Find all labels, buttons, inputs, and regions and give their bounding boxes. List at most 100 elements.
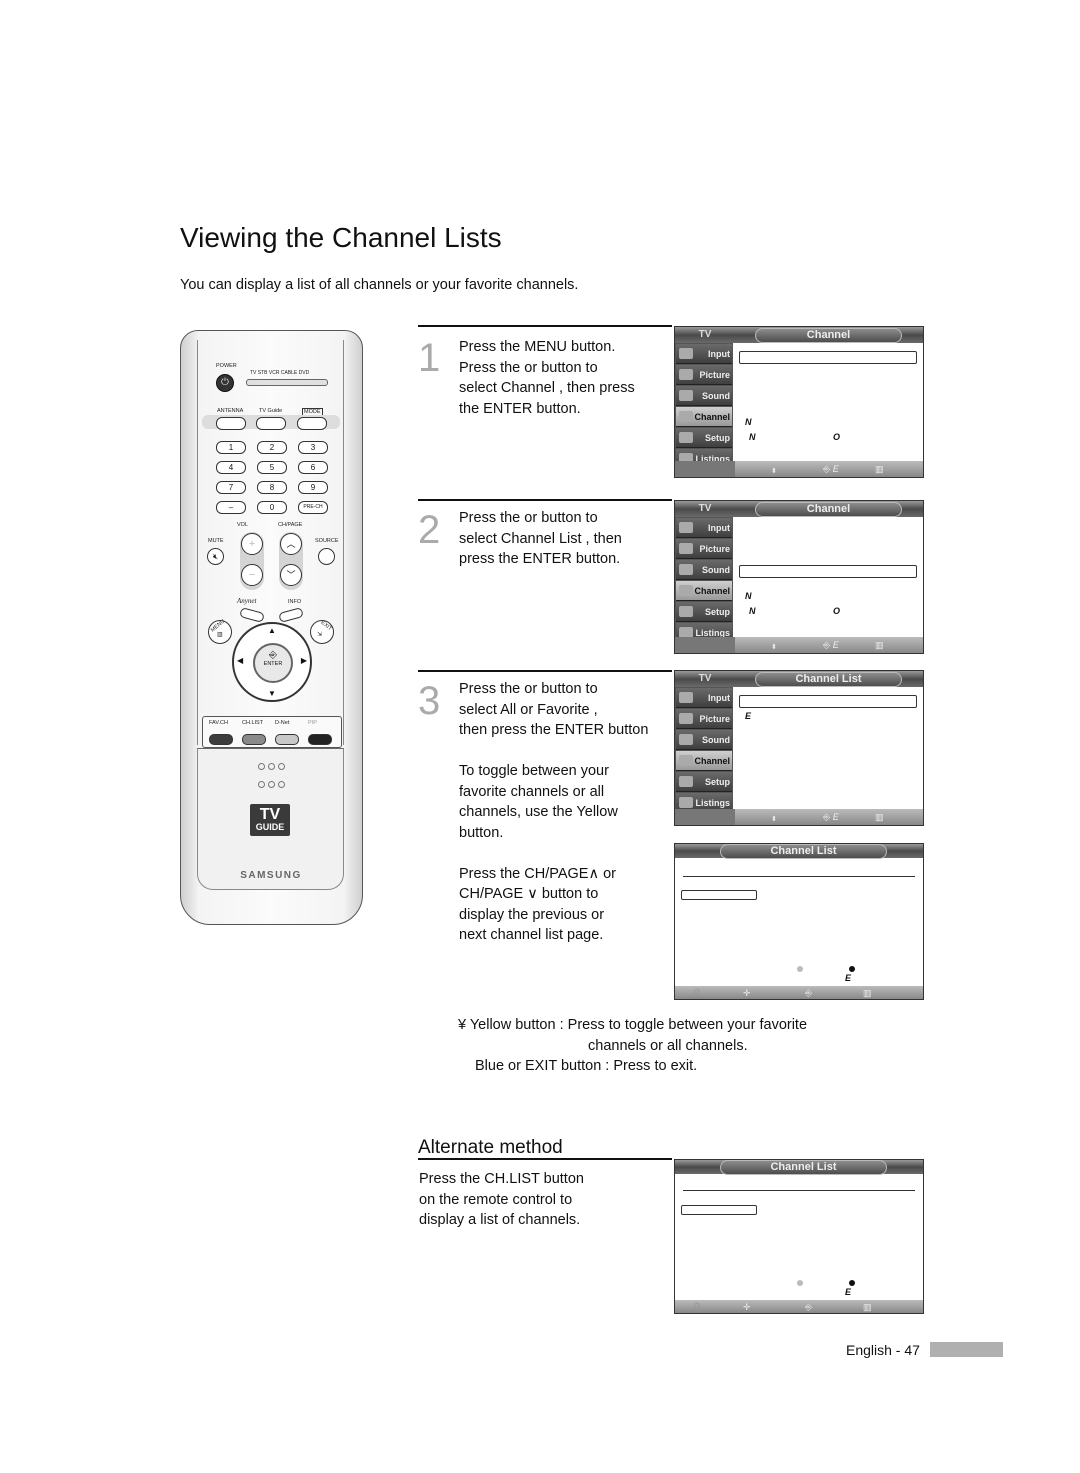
osd-menu-channel[interactable]: Channel	[676, 407, 732, 427]
osd-menu-setup[interactable]: Setup	[676, 428, 732, 448]
osd-menu-sound[interactable]: Sound	[676, 386, 732, 406]
osd-menu-label: Input	[708, 523, 730, 533]
d-net-button[interactable]	[275, 734, 299, 745]
source-labels: TV STB VCR CABLE DVD	[250, 370, 310, 376]
osd-menu-label: Setup	[704, 777, 730, 787]
osd-menu-input[interactable]: Input	[676, 518, 732, 538]
osd-menu-sound[interactable]: Sound	[676, 730, 732, 750]
osd-menu-label: Sound	[702, 565, 730, 575]
alternate-title: Alternate method	[418, 1137, 563, 1158]
pip-button[interactable]	[308, 734, 332, 745]
osd-menu-label: Picture	[699, 370, 730, 380]
highlighted-channel[interactable]	[681, 1205, 757, 1215]
input-icon	[679, 692, 693, 703]
chlist-button[interactable]	[242, 734, 266, 745]
osd-menu-sound[interactable]: Sound	[676, 560, 732, 580]
source-label: SOURCE	[315, 538, 339, 544]
key-dash[interactable]: –	[216, 501, 246, 514]
favch-button[interactable]	[209, 734, 233, 745]
osd-menu-picture[interactable]: Picture	[676, 709, 732, 729]
osd-menu-input[interactable]: Input	[676, 344, 732, 364]
anynet-label: Anynet	[237, 597, 257, 605]
key-5[interactable]: 5	[257, 461, 287, 474]
osd-screen-channel-1: TV Channel Input Picture Sound Channel Setup…	[674, 326, 924, 478]
menu-icon: ▥	[217, 632, 223, 638]
osd-side-menu: Input Picture Sound Channel Setup Listings	[675, 687, 733, 825]
directional-pad: ▲ ▼ ◀ ▶ ⎆ ENTER	[232, 622, 312, 702]
color-button-label: D-Net	[275, 720, 290, 726]
osd-tv-label: TV	[698, 329, 712, 340]
osd-menu-setup[interactable]: Setup	[676, 602, 732, 622]
vol-label: VOL	[237, 522, 249, 528]
tvguide-button[interactable]	[256, 417, 286, 430]
key-1[interactable]: 1	[216, 441, 246, 454]
osd-menu-label: Input	[708, 693, 730, 703]
up-arrow-button[interactable]: ▲	[268, 626, 276, 635]
return-icon: ▥	[875, 464, 884, 474]
mode-button[interactable]	[297, 417, 327, 430]
exit-button[interactable]: EXIT ⇲	[310, 620, 334, 644]
ch-label: CH/PAGE	[278, 522, 303, 528]
osd-menu-picture[interactable]: Picture	[676, 539, 732, 559]
setup-icon	[679, 776, 693, 787]
osd-menu-channel[interactable]: Channel	[676, 581, 732, 601]
enter-icon: ⎆	[805, 1302, 813, 1312]
ch-down-button[interactable]: ﹀	[280, 564, 302, 586]
osd-menu-input[interactable]: Input	[676, 688, 732, 708]
right-arrow-button[interactable]: ▶	[301, 656, 307, 665]
color-button-label: CH.LIST	[242, 720, 264, 726]
vol-down-button[interactable]: −	[241, 564, 263, 586]
key-4[interactable]: 4	[216, 461, 246, 474]
key-2[interactable]: 2	[257, 441, 287, 454]
power-icon[interactable]: ⏻	[216, 374, 234, 392]
down-arrow-button[interactable]: ▼	[268, 689, 276, 698]
antenna-button[interactable]	[216, 417, 246, 430]
key-0[interactable]: 0	[257, 501, 287, 514]
favorite-radio[interactable]	[849, 1280, 855, 1286]
enter-icon: ⎆	[805, 988, 813, 998]
tv-guide-logo: TV GUIDE	[250, 804, 290, 836]
sound-icon	[679, 564, 693, 575]
source-indicator	[246, 379, 328, 386]
mute-button[interactable]: 🔇︎	[207, 548, 224, 565]
osd-menu-label: Sound	[702, 391, 730, 401]
info-label: INFO	[288, 599, 302, 605]
osd-menu-channel[interactable]: Channel	[676, 751, 732, 771]
remote-control: POWER ⏻ TV STB VCR CABLE DVD ANTENNA TV …	[180, 330, 363, 925]
osd-menu-label: Channel	[694, 756, 730, 766]
return-icon: ▥	[875, 640, 884, 650]
key-3[interactable]: 3	[298, 441, 328, 454]
input-icon	[679, 348, 693, 359]
menu-button[interactable]: MENU ▥	[208, 618, 232, 644]
vol-up-button[interactable]: +	[241, 533, 263, 555]
highlighted-row[interactable]	[739, 351, 917, 364]
key-7[interactable]: 7	[216, 481, 246, 494]
all-radio[interactable]	[797, 966, 803, 972]
picture-icon	[679, 713, 693, 724]
left-arrow-button[interactable]: ◀	[237, 656, 243, 665]
osd-menu-setup[interactable]: Setup	[676, 772, 732, 792]
navigate-icon: ✛	[743, 1302, 751, 1312]
ch-up-button[interactable]: ︿	[280, 533, 302, 555]
source-button[interactable]	[318, 548, 335, 565]
exit-icon: ⇲	[317, 632, 323, 638]
step-3-number: 3	[418, 679, 441, 723]
picture-icon	[679, 543, 693, 554]
key-pre-ch[interactable]: PRE-CH	[298, 501, 328, 514]
all-radio[interactable]	[797, 1280, 803, 1286]
favorite-radio[interactable]	[849, 966, 855, 972]
highlighted-row[interactable]	[739, 695, 917, 708]
osd-menu-picture[interactable]: Picture	[676, 365, 732, 385]
highlighted-channel[interactable]	[681, 890, 757, 900]
key-6[interactable]: 6	[298, 461, 328, 474]
enter-icon: ⎆ E	[823, 640, 839, 650]
highlighted-row[interactable]	[739, 565, 917, 578]
enter-button[interactable]: ⎆ ENTER	[253, 643, 293, 683]
osd-title: Channel	[755, 328, 902, 343]
color-button-label: FAV.CH	[209, 720, 228, 726]
step-2-text: Press the or button to select Channel Li…	[459, 510, 622, 567]
mute-icon: 🔇︎	[212, 552, 219, 561]
return-icon: ▥	[863, 1302, 872, 1312]
key-9[interactable]: 9	[298, 481, 328, 494]
key-8[interactable]: 8	[257, 481, 287, 494]
